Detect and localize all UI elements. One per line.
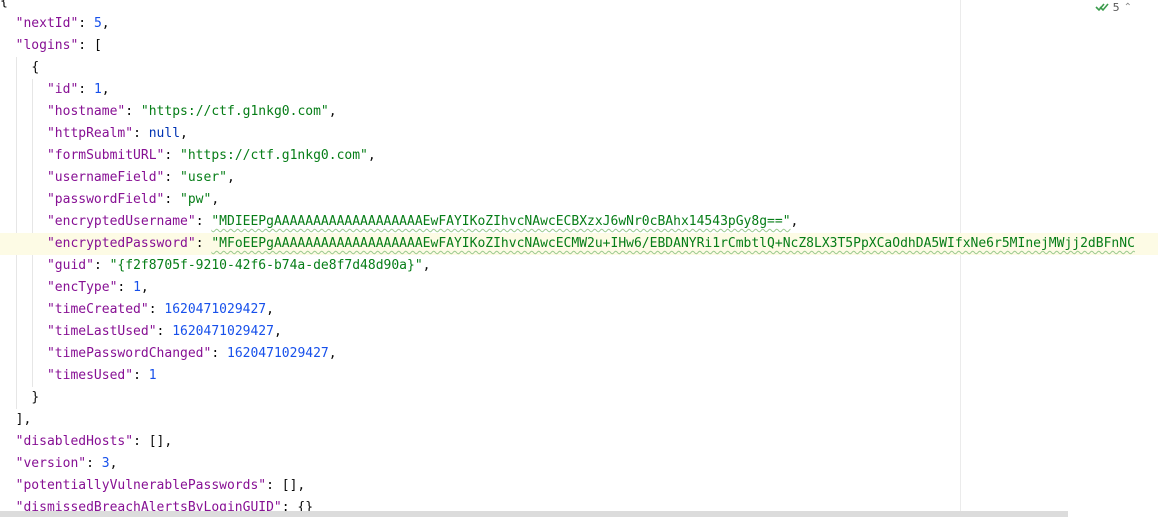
code-line: "httpRealm": null,: [46, 126, 188, 141]
json-number: 1: [93, 82, 102, 97]
json-empty-array: []: [281, 478, 298, 493]
code-line: ],: [0, 409, 1158, 431]
code-line-current: "encryptedPassword": "MFoEEPgAAAAAAAAAAA…: [0, 233, 1158, 255]
logins-open-bracket: [: [93, 38, 102, 53]
json-key: "disabledHosts": [15, 434, 134, 449]
code-line: "timeLastUsed": 1620471029427,: [46, 324, 282, 339]
code-line: "id": 1,: [46, 82, 110, 97]
json-key: "logins": [15, 38, 79, 53]
json-number: 1620471029427: [164, 302, 267, 317]
json-string: "MFoEEPgAAAAAAAAAAAAAAAAAAAEwFAYIKoZIhvc…: [211, 236, 1135, 251]
json-key: "nextId": [15, 16, 79, 31]
json-number: 5: [93, 16, 102, 31]
code-line: {: [0, 0, 1158, 13]
json-key: "timeLastUsed": [46, 324, 157, 339]
json-key: "timeCreated": [46, 302, 149, 317]
entry-close-brace: }: [31, 390, 40, 405]
logins-close-bracket: ],: [15, 412, 32, 427]
json-key: "id": [46, 82, 79, 97]
code-line: "nextId": 5,: [15, 16, 110, 31]
json-number: 1: [133, 280, 141, 295]
code-line: "encryptedUsername": "MDIEEPgAAAAAAAAAAA…: [46, 214, 799, 229]
json-key: "encType": [46, 280, 118, 295]
code-line: "logins": [: [15, 38, 102, 53]
json-string: "https://ctf.g1nkg0.com": [140, 104, 329, 119]
code-line: "guid": "{f2f8705f-9210-42f6-b74a-de8f7d…: [46, 258, 431, 273]
code-area[interactable]: { "nextId": 5, "logins": [ { "id": 1, "h…: [0, 0, 1158, 517]
code-line: "version": 3,: [15, 456, 118, 471]
json-number: 1: [148, 368, 157, 383]
json-key: "hostname": [46, 104, 126, 119]
code-line: "timePasswordChanged": 1620471029427,: [46, 346, 337, 361]
json-key: "guid": [46, 258, 94, 273]
code-line: "hostname": "https://ctf.g1nkg0.com",: [46, 104, 337, 119]
json-key: "potentiallyVulnerablePasswords": [15, 478, 267, 493]
logins-array-block: { "id": 1, "hostname": "https://ctf.g1nk…: [0, 57, 1158, 409]
json-key: "timePasswordChanged": [46, 346, 212, 361]
json-key: "passwordField": [46, 192, 165, 207]
json-number: 1620471029427: [227, 346, 329, 361]
code-line: }: [0, 387, 1158, 409]
json-string: "pw": [180, 192, 212, 207]
entry-open-brace: {: [31, 60, 40, 75]
code-line: "formSubmitURL": "https://ctf.g1nkg0.com…: [46, 148, 376, 163]
json-string: "https://ctf.g1nkg0.com": [180, 148, 368, 163]
json-key: "version": [15, 456, 87, 471]
code-line: "encType": 1,: [46, 280, 149, 295]
json-null: null: [148, 126, 181, 141]
code-line: "passwordField": "pw",: [46, 192, 220, 207]
json-string: "MDIEEPgAAAAAAAAAAAAAAAAAAAEwFAYIKoZIhvc…: [211, 214, 791, 229]
code-line: "potentiallyVulnerablePasswords": [],: [15, 478, 306, 493]
code-line: "usernameField": "user",: [46, 170, 235, 185]
json-empty-array: []: [148, 434, 165, 449]
json-key: "usernameField": [46, 170, 165, 185]
json-string: "{f2f8705f-9210-42f6-b74a-de8f7d48d90a}": [109, 258, 423, 273]
json-number: 3: [101, 456, 110, 471]
root-open-brace: {: [0, 0, 8, 9]
json-key: "encryptedPassword": [46, 236, 196, 251]
code-line: "disabledHosts": [],: [15, 434, 173, 449]
json-number: 1620471029427: [172, 324, 274, 339]
json-key: "httpRealm": [46, 126, 134, 141]
json-key: "encryptedUsername": [46, 214, 196, 229]
code-line: {: [0, 57, 1158, 79]
json-string: "user": [180, 170, 227, 185]
code-line: "timeCreated": 1620471029427,: [46, 302, 274, 317]
json-key: "timesUsed": [46, 368, 134, 383]
json-key: "formSubmitURL": [46, 148, 165, 163]
code-line: "timesUsed": 1: [46, 368, 157, 383]
horizontal-scrollbar[interactable]: [0, 511, 1068, 517]
json-editor[interactable]: 5 ⌃ { "nextId": 5, "logins": [ { "id": 1…: [0, 0, 1158, 517]
